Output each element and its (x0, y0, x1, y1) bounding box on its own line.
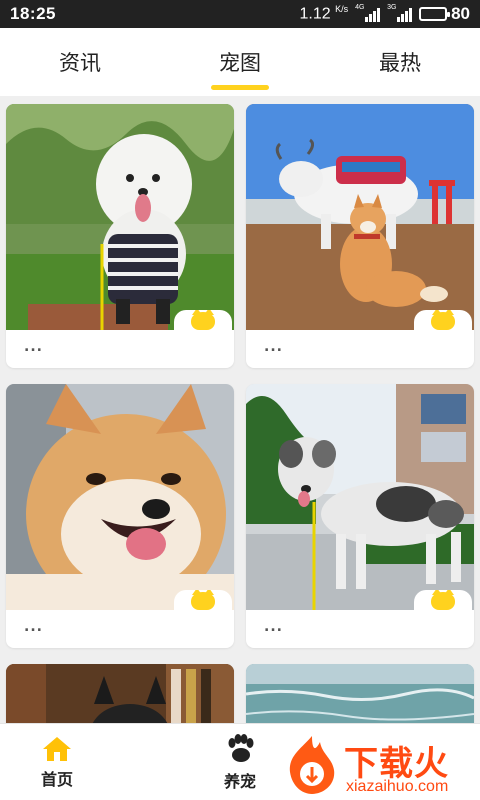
tab-pet-pictures[interactable]: 宠图 (160, 28, 320, 96)
pet-photo-shiba-yak[interactable] (246, 104, 474, 330)
signal-sim1-icon: 4G (355, 4, 381, 22)
picture-card[interactable]: ... (246, 384, 474, 648)
battery-percent: 80 (451, 4, 470, 23)
top-tab-bar: 资讯 宠图 最热 (0, 28, 480, 96)
pet-photo-samoyed[interactable] (6, 104, 234, 330)
watermark-logo: 下载火 xiazaihuo.com (282, 734, 478, 800)
tab-hottest-label: 最热 (379, 51, 421, 75)
signal-sim2-icon: 3G (387, 4, 413, 22)
battery-indicator: 80 (419, 4, 470, 24)
cat-logo-icon (414, 310, 472, 330)
bottom-navigation: 首页 养宠 下载火 xiazaihuo.com (0, 723, 480, 800)
tab-pet-pictures-label: 宠图 (219, 51, 261, 75)
cat-logo-icon (174, 590, 232, 610)
card-caption: ... (264, 619, 283, 635)
network-speed-unit: K/s (335, 4, 349, 15)
cat-logo-icon (174, 310, 232, 330)
status-time: 18:25 (10, 4, 56, 23)
tab-news[interactable]: 资讯 (0, 28, 160, 96)
home-icon (43, 736, 71, 761)
network-speed-value: 1.12 (299, 5, 331, 23)
status-indicators: 1.12 K/s 4G 3G 80 (299, 4, 470, 24)
watermark-subtitle: xiazaihuo.com (346, 778, 449, 795)
card-caption: ... (264, 339, 283, 355)
pet-photo-dark-dog[interactable] (6, 664, 234, 723)
card-caption: ... (24, 339, 43, 355)
sim2-tag: 3G (387, 4, 397, 11)
battery-icon (419, 7, 451, 21)
paw-icon (228, 733, 254, 762)
flame-icon (289, 736, 335, 794)
nav-home-label: 首页 (40, 769, 73, 789)
picture-card[interactable]: ... (6, 384, 234, 648)
pet-photo-shiba-closeup[interactable] (6, 384, 234, 610)
picture-card[interactable]: ... (6, 104, 234, 368)
tab-news-label: 资讯 (59, 51, 101, 75)
nav-home[interactable]: 首页 (22, 724, 92, 800)
card-caption: ... (24, 619, 43, 635)
picture-card[interactable] (6, 664, 234, 723)
cat-logo-icon (414, 590, 472, 610)
tab-hottest[interactable]: 最热 (320, 28, 480, 96)
sim1-tag: 4G (355, 4, 365, 11)
nav-pet-care[interactable]: 养宠 (205, 724, 275, 800)
active-tab-indicator (211, 85, 269, 90)
pet-photo-sea[interactable] (246, 664, 474, 723)
pet-photo-shepherd-puppy[interactable] (246, 384, 474, 610)
picture-card[interactable]: ... (246, 104, 474, 368)
network-speed: 1.12 K/s (299, 4, 348, 23)
nav-pet-care-label: 养宠 (223, 771, 256, 791)
picture-card[interactable] (246, 664, 474, 723)
status-bar: 18:25 1.12 K/s 4G 3G 80 (0, 0, 480, 28)
pet-picture-grid: ... ... ... ... (0, 96, 480, 723)
